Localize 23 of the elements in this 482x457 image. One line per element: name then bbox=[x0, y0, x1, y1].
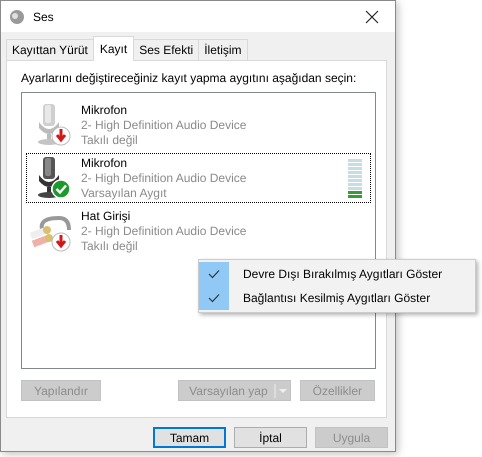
device-description: 2- High Definition Audio Device bbox=[81, 224, 248, 238]
device-item[interactable]: Mikrofon 2- High Definition Audio Device Takılı değil bbox=[26, 100, 371, 150]
close-icon[interactable] bbox=[365, 10, 379, 24]
tab[interactable]: İletişim bbox=[198, 39, 248, 60]
speaker-icon bbox=[9, 8, 25, 24]
dialog-button[interactable]: İptal bbox=[234, 427, 307, 448]
device-item[interactable]: Hat Girişi 2- High Definition Audio Device Takılı değil bbox=[26, 206, 371, 256]
device-status: Varsayılan Aygıt bbox=[81, 186, 168, 200]
device-name: Mikrofon bbox=[81, 102, 128, 118]
device-name: Hat Girişi bbox=[81, 208, 132, 224]
device-item[interactable]: Mikrofon 2- High Definition Audio Device Varsayılan Aygıt bbox=[26, 153, 371, 203]
menu-item[interactable]: Bağlantısı Kesilmiş Aygıtları Göster bbox=[199, 286, 475, 310]
tab[interactable]: Kayıttan Yürüt bbox=[6, 39, 94, 60]
device-description: 2- High Definition Audio Device bbox=[81, 118, 248, 132]
instruction-text: Ayarlarını değiştireceğiniz kayıt yapma aygıtını aşağıdan seçin: bbox=[21, 71, 358, 85]
window-title: Ses bbox=[33, 10, 55, 24]
device-status: Takılı değil bbox=[81, 132, 139, 148]
device-name: Mikrofon bbox=[81, 156, 128, 170]
dialog-button[interactable]: Tamam bbox=[153, 427, 226, 448]
device-status: Takılı değil bbox=[81, 238, 139, 254]
tab[interactable]: Kayıt bbox=[92, 36, 134, 61]
device-description: 2- High Definition Audio Device bbox=[81, 170, 248, 186]
menu-item[interactable]: Devre Dışı Bırakılmış Aygıtları Göster bbox=[199, 262, 475, 286]
